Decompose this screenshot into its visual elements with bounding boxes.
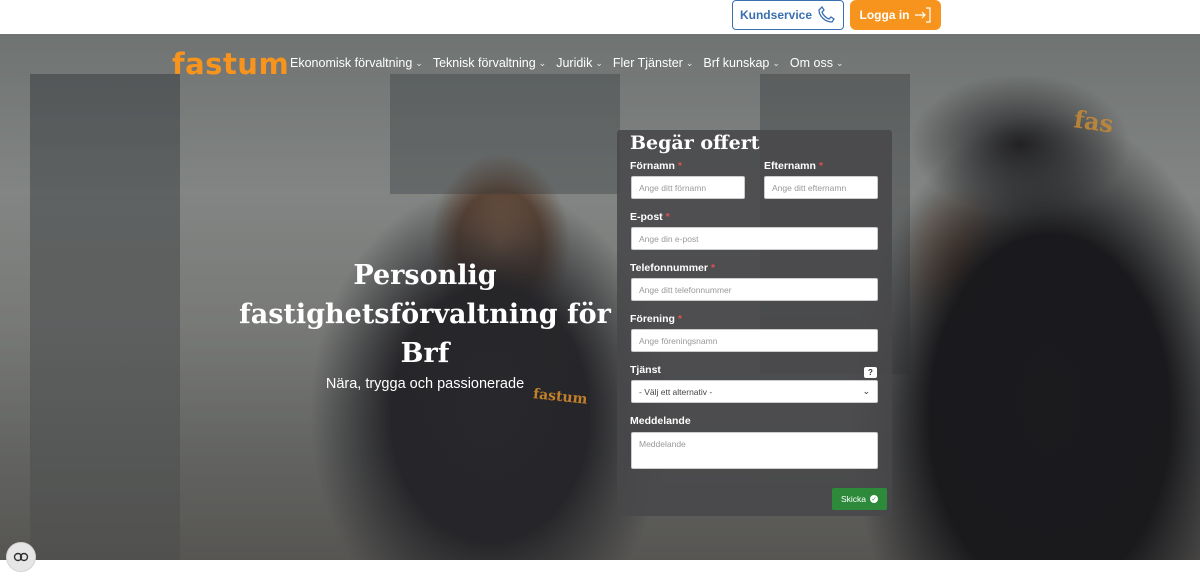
nav-item-ekonomisk[interactable]: Ekonomisk förvaltning ⌄ xyxy=(290,56,423,70)
last-name-input[interactable]: Ange ditt efternamn xyxy=(764,176,878,199)
message-label: Meddelande xyxy=(630,415,691,427)
service-select-value: - Välj ett alternativ - xyxy=(639,386,713,397)
phone-label: Telefonnummer * xyxy=(630,262,716,274)
chevron-down-icon: ⌄ xyxy=(415,57,423,68)
nav-item-label: Fler Tjänster xyxy=(612,56,683,70)
top-bar: Kundservice Logga in xyxy=(0,0,1200,34)
nav-item-label: Om oss xyxy=(789,56,833,70)
nav-item-label: Juridik xyxy=(556,56,593,70)
association-label: Förening * xyxy=(630,313,683,325)
chevron-down-icon: ⌄ xyxy=(685,57,694,68)
chevron-down-icon: ⌄ xyxy=(538,57,547,68)
service-select[interactable]: - Välj ett alternativ - ⌄ xyxy=(631,380,878,403)
form-title: Begär offert xyxy=(630,132,760,154)
nav-item-label: Teknisk förvaltning xyxy=(432,56,536,70)
association-input[interactable]: Ange föreningsnamn xyxy=(631,329,878,352)
chevron-down-icon: ⌄ xyxy=(862,386,870,396)
nav-item-juridik[interactable]: Juridik ⌄ xyxy=(556,56,603,70)
nav-item-fler-tjanster[interactable]: Fler Tjänster ⌄ xyxy=(613,56,693,70)
nav-item-label: Ekonomisk förvaltning xyxy=(290,56,413,70)
main-nav: Ekonomisk förvaltning ⌄ Teknisk förvaltni… xyxy=(290,56,844,70)
email-label: E-post * xyxy=(630,211,670,223)
email-input[interactable]: Ange din e-post xyxy=(631,227,878,250)
nav-item-label: Brf kunskap xyxy=(703,56,770,70)
login-arrow-icon xyxy=(914,7,931,23)
help-icon[interactable]: ? xyxy=(864,367,877,378)
customer-service-button[interactable]: Kundservice xyxy=(732,0,844,30)
login-label: Logga in xyxy=(859,8,910,22)
message-textarea[interactable]: Meddelande xyxy=(631,432,878,469)
chevron-down-icon: ⌄ xyxy=(835,57,844,68)
hero-section: fastum fas fastum Ekonomisk förvaltning ⌄… xyxy=(0,34,1200,560)
chevron-down-icon: ⌄ xyxy=(595,57,603,68)
nav-item-om-oss[interactable]: Om oss ⌄ xyxy=(790,56,844,70)
service-label: Tjänst xyxy=(630,364,661,376)
chevron-down-icon: ⌄ xyxy=(772,57,780,68)
fastum-logo[interactable]: fastum xyxy=(172,47,289,81)
hero-subtitle: Nära, trygga och passionerade xyxy=(325,376,525,392)
check-circle-icon: ✓ xyxy=(870,495,879,503)
submit-button[interactable]: Skicka ✓ xyxy=(832,488,887,510)
nav-item-teknisk[interactable]: Teknisk förvaltning ⌄ xyxy=(433,56,546,70)
first-name-input[interactable]: Ange ditt förnamn xyxy=(631,176,745,199)
phone-icon xyxy=(818,6,835,23)
nav-item-brf-kunskap[interactable]: Brf kunskap ⌄ xyxy=(703,56,780,70)
cookie-settings-icon xyxy=(13,552,29,562)
first-name-label: Förnamn * xyxy=(630,160,683,172)
quote-form: Begär offert Förnamn * Ange ditt förnamn … xyxy=(617,130,892,516)
cap-logo: fas xyxy=(1072,104,1116,139)
last-name-label: Efternamn * xyxy=(764,160,824,172)
hero-title: Personlig fastighetsförvaltning för Brf xyxy=(239,260,611,369)
submit-label: Skicka xyxy=(840,494,867,504)
customer-service-label: Kundservice xyxy=(739,8,813,22)
login-button[interactable]: Logga in xyxy=(850,0,941,30)
phone-input[interactable]: Ange ditt telefonnummer xyxy=(631,278,878,301)
cookie-settings-button[interactable] xyxy=(6,542,36,572)
